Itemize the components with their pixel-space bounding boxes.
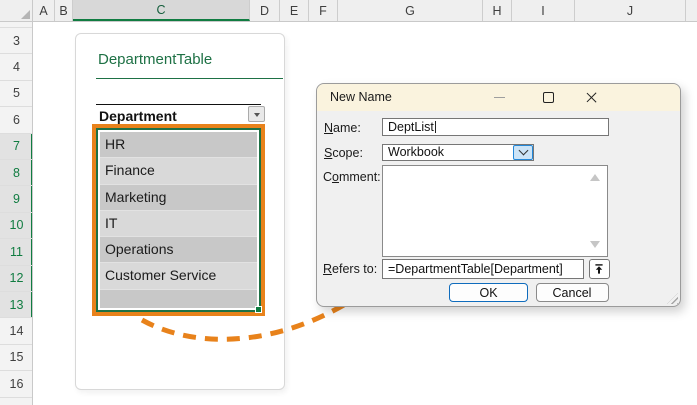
new-name-dialog: New Name Name: DeptList Scope: Workbook … — [316, 83, 681, 307]
row-header-10[interactable]: 10 — [0, 212, 32, 240]
row-header-16[interactable]: 16 — [0, 371, 32, 398]
scope-dropdown[interactable]: Workbook — [382, 143, 534, 161]
table-row-empty[interactable] — [100, 289, 257, 308]
table-row-hr[interactable]: HR — [100, 132, 257, 159]
maximize-icon — [542, 92, 554, 103]
table-top-border — [96, 104, 261, 105]
table-row-customer-service[interactable]: Customer Service — [100, 263, 257, 290]
column-header-D[interactable]: D — [250, 0, 280, 21]
minimize-button[interactable] — [484, 84, 514, 111]
column-header-G[interactable]: G — [338, 0, 483, 21]
cancel-button[interactable]: Cancel — [535, 283, 609, 302]
minimize-icon — [493, 96, 505, 99]
close-button[interactable] — [576, 84, 606, 111]
collapse-arrow-icon — [595, 263, 603, 274]
maximize-button[interactable] — [533, 84, 563, 111]
row-header-12[interactable]: 12 — [0, 265, 32, 292]
column-header-bar: ABCDEFGHIJ — [0, 0, 697, 22]
table-selection: HR Finance Marketing IT Operations Customer S… — [92, 124, 265, 316]
dialog-titlebar[interactable]: New Name — [317, 84, 680, 111]
selection-border: HR Finance Marketing IT Operations Customer S… — [96, 128, 262, 313]
filter-dropdown-button[interactable] — [248, 106, 265, 122]
row-header-13[interactable]: 13 — [0, 292, 32, 319]
collapse-dialog-button[interactable] — [588, 258, 610, 279]
fill-handle[interactable] — [255, 306, 262, 313]
comment-label: Comment: — [323, 170, 381, 184]
row-header-4[interactable]: 4 — [0, 54, 32, 81]
row-header-bar: 234567891011121314151617 — [0, 22, 33, 405]
table-row-operations[interactable]: Operations — [100, 237, 257, 264]
table-name-label: DepartmentTable — [98, 51, 213, 68]
table-column-header: Department — [99, 108, 177, 124]
select-all-corner[interactable] — [0, 0, 33, 22]
refers-to-value: =DepartmentTable[Department] — [388, 261, 563, 276]
excel-window: ABCDEFGHIJ 234567891011121314151617 Depa… — [0, 0, 697, 405]
column-header-H[interactable]: H — [483, 0, 512, 21]
row-header-6[interactable]: 6 — [0, 107, 32, 134]
select-all-triangle-icon — [21, 10, 30, 19]
table-row-finance[interactable]: Finance — [100, 158, 257, 185]
scope-label: Scope: — [324, 146, 363, 160]
scroll-down-icon[interactable] — [590, 240, 600, 248]
row-header-5[interactable]: 5 — [0, 81, 32, 108]
column-header-A[interactable]: A — [33, 0, 55, 21]
row-header-14[interactable]: 14 — [0, 318, 32, 345]
text-caret — [434, 120, 436, 133]
row-header-7[interactable]: 7 — [0, 133, 32, 160]
column-header-B[interactable]: B — [55, 0, 73, 21]
name-value: DeptList — [388, 119, 434, 134]
scope-dropdown-button[interactable] — [513, 144, 533, 160]
table-row-marketing[interactable]: Marketing — [100, 184, 257, 211]
refers-to-label: Refers to: — [323, 262, 378, 276]
ok-button[interactable]: OK — [449, 283, 528, 302]
table-row-it[interactable]: IT — [100, 210, 257, 238]
table-rows: HR Finance Marketing IT Operations Customer S… — [100, 132, 257, 308]
name-input[interactable]: DeptList — [382, 118, 609, 136]
row-header-3[interactable]: 3 — [0, 28, 32, 55]
column-header-J[interactable]: J — [575, 0, 686, 21]
row-header-9[interactable]: 9 — [0, 186, 32, 213]
scroll-up-icon[interactable] — [590, 174, 600, 181]
dialog-title: New Name — [330, 90, 392, 104]
close-icon — [585, 91, 598, 104]
filter-arrow-icon — [253, 112, 260, 120]
table-name-underline — [96, 78, 283, 79]
column-header-I[interactable]: I — [512, 0, 575, 21]
name-label: Name: — [324, 121, 361, 135]
resize-grip[interactable] — [667, 293, 678, 304]
refers-to-input[interactable]: =DepartmentTable[Department] — [382, 258, 584, 279]
column-header-F[interactable]: F — [309, 0, 338, 21]
scope-value: Workbook — [388, 145, 445, 160]
column-header-C[interactable]: C — [73, 0, 250, 21]
comment-input[interactable] — [382, 165, 608, 257]
row-header-11[interactable]: 11 — [0, 239, 32, 266]
chevron-down-icon — [518, 145, 528, 156]
row-header-15[interactable]: 15 — [0, 345, 32, 372]
column-header-E[interactable]: E — [280, 0, 309, 21]
row-header-8[interactable]: 8 — [0, 160, 32, 187]
row-header-17[interactable]: 17 — [0, 398, 32, 405]
